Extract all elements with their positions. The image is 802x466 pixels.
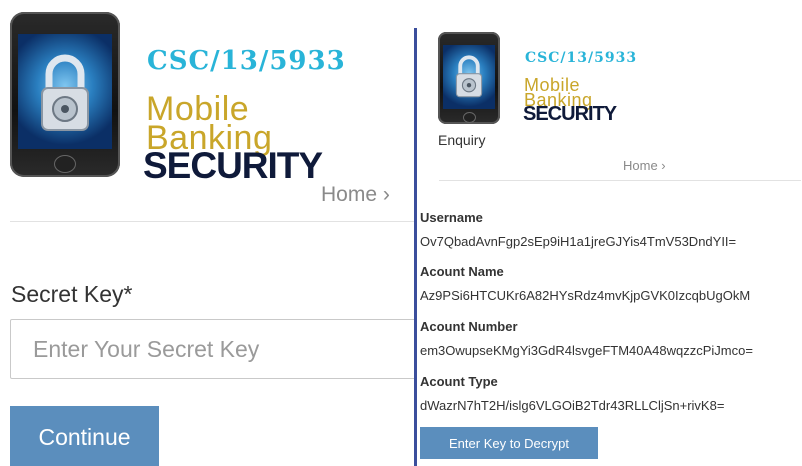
account-name-value: Az9PSi6HTCUKr6A82HYsRdz4mvKjpGVK0IzcqbUg…	[420, 288, 751, 303]
breadcrumb-home-link[interactable]: Home ›	[321, 183, 390, 207]
phone-padlock-icon	[10, 12, 120, 177]
divider-line	[10, 221, 414, 222]
panel-divider	[414, 28, 417, 466]
enquiry-label: Enquiry	[438, 132, 486, 148]
secret-key-label: Secret Key*	[11, 281, 133, 307]
logo-code: CSC/13/5933	[147, 46, 346, 76]
logo-security: SECURITY	[523, 103, 617, 125]
account-number-value: em3OwupseKMgYi3GdR4lsvgeFTM40A48wqzzcPiJ…	[420, 343, 753, 358]
decrypt-button[interactable]: Enter Key to Decrypt	[420, 427, 598, 459]
account-type-value: dWazrN7hT2H/islg6VLGOiB2Tdr43RLLCljSn+ri…	[420, 398, 725, 413]
logo-code: CSC/13/5933	[525, 50, 638, 66]
account-type-label: Acount Type	[420, 374, 498, 389]
continue-button[interactable]: Continue	[10, 406, 159, 466]
decrypt-panel: CSC/13/5933 Mobile Banking SECURITY Enqu…	[419, 0, 802, 466]
username-label: Username	[420, 210, 483, 225]
username-value: Ov7QbadAvnFgp2sEp9iH1a1jreGJYis4TmV53Dnd…	[420, 234, 737, 249]
login-panel: CSC/13/5933 Mobile Banking SECURITY Home…	[0, 0, 414, 466]
secret-key-input[interactable]	[10, 319, 414, 379]
phone-padlock-icon	[438, 32, 500, 124]
breadcrumb-home-link[interactable]: Home ›	[623, 158, 666, 173]
logo-security: SECURITY	[143, 145, 323, 186]
account-name-label: Acount Name	[420, 264, 504, 279]
divider-line	[439, 180, 801, 181]
account-number-label: Acount Number	[420, 319, 518, 334]
